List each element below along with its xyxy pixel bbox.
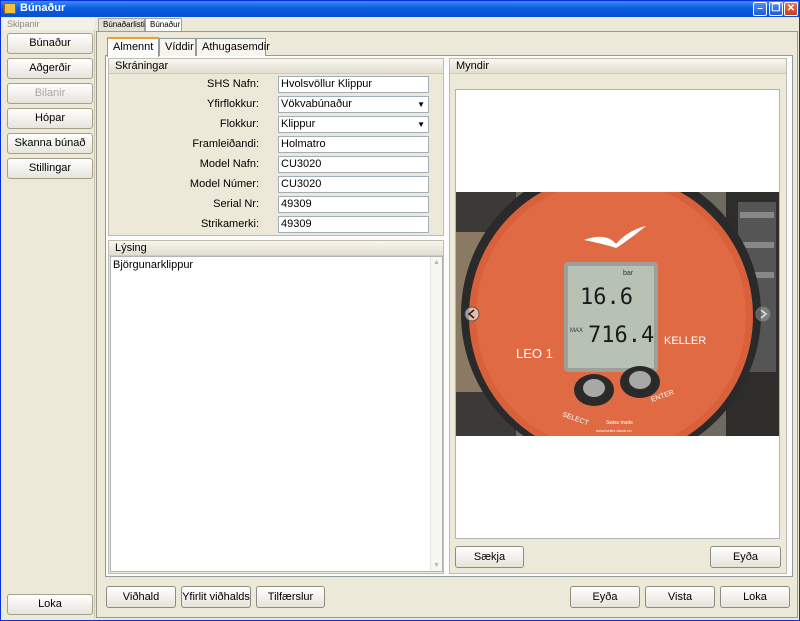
chevron-down-icon[interactable]: ▼ bbox=[417, 117, 425, 132]
maintenance-overview-button[interactable]: Yfirlit viðhalds bbox=[181, 586, 251, 608]
barcode-label: Strikamerki: bbox=[200, 218, 259, 230]
gauge-reading-top: 16.6 bbox=[580, 285, 633, 310]
next-image-icon[interactable] bbox=[755, 306, 771, 322]
app-icon bbox=[4, 3, 16, 14]
tab-dimensions[interactable]: Víddir bbox=[159, 38, 196, 56]
description-scrollbar[interactable]: ▲ ▼ bbox=[430, 257, 442, 571]
description-textarea[interactable]: Björgunarklippur ▲ ▼ bbox=[110, 256, 443, 572]
parent-category-select[interactable]: Vökvabúnaður ▼ bbox=[278, 96, 429, 113]
category-label: Flokkur: bbox=[219, 118, 259, 130]
app-window: Búnaður – ❐ ✕ Skipanir Búnaður Aðgerðir … bbox=[0, 0, 800, 621]
serial-number-label: Serial Nr: bbox=[213, 198, 259, 210]
parent-category-value: Vökvabúnaður bbox=[281, 98, 352, 110]
pressure-gauge-image: bar 16.6 716.4 MAX LEO 1 KELLER SELECT E… bbox=[456, 192, 779, 436]
gauge-swiss-text: Swiss made bbox=[606, 420, 633, 426]
registration-header: Skráningar bbox=[109, 59, 443, 74]
serial-number-field[interactable]: 49309 bbox=[278, 196, 429, 213]
tab-general[interactable]: Almennt bbox=[107, 37, 159, 57]
gauge-model-text: LEO 1 bbox=[516, 346, 553, 361]
maintenance-button[interactable]: Viðhald bbox=[106, 586, 176, 608]
nav-close-button[interactable]: Loka bbox=[7, 594, 93, 615]
model-name-field[interactable]: CU3020 bbox=[278, 156, 429, 173]
nav-faults-button: Bilanir bbox=[7, 83, 93, 104]
tab-notes[interactable]: Athugasemdir bbox=[196, 38, 270, 56]
gauge-url-text: www.keller-druck.ch bbox=[596, 428, 632, 433]
shs-name-field[interactable]: Hvolsvöllur Klippur bbox=[278, 76, 429, 93]
save-button[interactable]: Vista bbox=[645, 586, 715, 608]
parent-category-label: Yfirflokkur: bbox=[207, 98, 259, 110]
nav-equipment-button[interactable]: Búnaður bbox=[7, 33, 93, 54]
doc-tab-equipment[interactable]: Búnaður bbox=[145, 18, 182, 31]
delete-button[interactable]: Eyða bbox=[570, 586, 640, 608]
gauge-reading-bottom: 716.4 bbox=[588, 323, 654, 348]
nav-groups-button[interactable]: Hópar bbox=[7, 108, 93, 129]
previous-image-icon[interactable] bbox=[464, 306, 480, 322]
command-panel-header: Skipanir bbox=[3, 18, 95, 30]
images-header: Myndir bbox=[450, 59, 786, 74]
category-select[interactable]: Klippur ▼ bbox=[278, 116, 429, 133]
scroll-down-icon[interactable]: ▼ bbox=[433, 562, 440, 569]
close-button[interactable]: Loka bbox=[720, 586, 790, 608]
doc-tab-equipment-list[interactable]: Búnaðarlisti bbox=[98, 18, 145, 31]
minimize-icon[interactable]: – bbox=[753, 2, 767, 16]
nav-settings-button[interactable]: Stillingar bbox=[7, 158, 93, 179]
close-icon[interactable]: ✕ bbox=[784, 2, 798, 16]
description-text: Björgunarklippur bbox=[113, 259, 194, 271]
scroll-up-icon[interactable]: ▲ bbox=[433, 259, 440, 266]
model-name-label: Model Nafn: bbox=[199, 158, 259, 170]
model-number-field[interactable]: CU3020 bbox=[278, 176, 429, 193]
window-title: Búnaður bbox=[20, 2, 66, 14]
manufacturer-label: Framleiðandi: bbox=[192, 138, 259, 150]
nav-scan-button[interactable]: Skanna búnað bbox=[7, 133, 93, 154]
barcode-field[interactable]: 49309 bbox=[278, 216, 429, 233]
gauge-max-text: MAX bbox=[570, 328, 583, 334]
shs-name-label: SHS Nafn: bbox=[207, 78, 259, 90]
gauge-brand-text: KELLER bbox=[664, 335, 706, 347]
category-value: Klippur bbox=[281, 118, 316, 130]
chevron-down-icon[interactable]: ▼ bbox=[417, 97, 425, 112]
gauge-unit-text: bar bbox=[623, 270, 634, 277]
model-number-label: Model Númer: bbox=[189, 178, 259, 190]
description-header: Lýsing bbox=[109, 241, 443, 256]
manufacturer-field[interactable]: Holmatro bbox=[278, 136, 429, 153]
equipment-photo: bar 16.6 716.4 MAX LEO 1 KELLER SELECT E… bbox=[456, 192, 779, 436]
delete-image-button[interactable]: Eyða bbox=[710, 546, 781, 568]
image-viewer: bar 16.6 716.4 MAX LEO 1 KELLER SELECT E… bbox=[455, 89, 780, 539]
title-bar: Búnaður – ❐ ✕ bbox=[1, 1, 799, 17]
transfers-button[interactable]: Tilfærslur bbox=[256, 586, 325, 608]
nav-actions-button[interactable]: Aðgerðir bbox=[7, 58, 93, 79]
fetch-image-button[interactable]: Sækja bbox=[455, 546, 524, 568]
command-panel: Skipanir Búnaður Aðgerðir Bilanir Hópar … bbox=[3, 18, 95, 618]
restore-icon[interactable]: ❐ bbox=[769, 2, 783, 16]
